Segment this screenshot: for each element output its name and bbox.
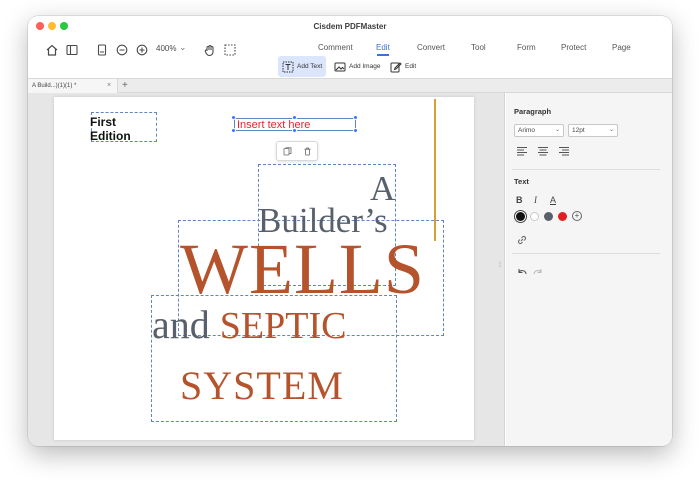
edit-label: Edit — [405, 63, 417, 70]
chevron-down-icon: ⌄ — [608, 127, 614, 133]
resize-handle[interactable] — [231, 115, 236, 120]
add-image-label: Add Image — [349, 63, 381, 70]
first-edition-text[interactable]: First Edition — [90, 115, 154, 143]
copy-icon[interactable] — [283, 146, 292, 156]
edit-icon — [390, 61, 402, 72]
edit-button[interactable]: Edit — [386, 56, 420, 77]
bold-button[interactable]: B — [516, 195, 523, 205]
align-left-icon[interactable] — [516, 146, 528, 156]
text-box-mini-toolbar — [276, 141, 318, 161]
tab-convert[interactable]: Convert — [417, 43, 445, 52]
resize-handle[interactable] — [353, 115, 358, 120]
tab-protect[interactable]: Protect — [561, 43, 586, 52]
zoom-in-icon[interactable] — [134, 42, 150, 58]
color-swatch-red[interactable] — [558, 212, 567, 221]
align-right-icon[interactable] — [558, 146, 570, 156]
title-and: and — [152, 302, 210, 347]
close-window-button[interactable] — [36, 22, 44, 30]
divider — [512, 253, 660, 254]
color-swatch-black[interactable] — [516, 212, 525, 221]
add-color-icon[interactable]: + — [572, 211, 582, 221]
tab-page[interactable]: Page — [612, 43, 631, 52]
new-tab-icon[interactable]: + — [122, 79, 128, 92]
font-family-value: Arimo — [518, 127, 535, 134]
app-window: Cisdem PDFMaster 400% ⌄ Comment Edit Con… — [28, 16, 672, 446]
tab-tool[interactable]: Tool — [471, 43, 486, 52]
pdf-page[interactable]: First Edition Insert text here A Builder… — [54, 97, 474, 440]
link-icon[interactable] — [516, 233, 528, 245]
delete-icon[interactable] — [303, 147, 312, 156]
panel-splitter[interactable] — [504, 93, 505, 446]
zoom-out-icon[interactable] — [114, 42, 130, 58]
font-size-select[interactable]: 12pt ⌄ — [568, 124, 618, 137]
color-swatch-white[interactable] — [530, 212, 539, 221]
underline-button[interactable]: A — [550, 195, 556, 205]
app-title: Cisdem PDFMaster — [313, 22, 387, 31]
title-septic: SEPTIC — [219, 305, 347, 347]
divider — [512, 169, 660, 170]
add-image-button[interactable]: Add Image — [330, 56, 384, 77]
font-family-select[interactable]: Arimo ⌄ — [514, 124, 564, 137]
home-icon[interactable] — [44, 42, 60, 58]
title-and-line[interactable]: and SEPTIC — [152, 303, 346, 348]
font-size-value: 12pt — [572, 127, 585, 134]
maximize-window-button[interactable] — [60, 22, 68, 30]
resize-handle[interactable] — [353, 128, 358, 133]
zoom-level[interactable]: 400% — [156, 44, 176, 53]
italic-button[interactable]: I — [534, 195, 537, 205]
title-system[interactable]: SYSTEM — [180, 364, 344, 408]
undo-icon[interactable] — [516, 265, 528, 277]
color-swatch-gray[interactable] — [544, 212, 553, 221]
document-tab-label: A Build...)(1)(1) * — [32, 83, 77, 89]
add-text-button[interactable]: Add Text — [278, 56, 327, 77]
chevron-down-icon[interactable]: ⌄ — [179, 42, 187, 53]
add-text-icon — [282, 61, 294, 72]
tab-form[interactable]: Form — [517, 43, 536, 52]
add-text-label: Add Text — [297, 63, 323, 70]
document-tab-bar: A Build...)(1)(1) * × + — [28, 78, 672, 93]
insert-text-placeholder[interactable]: Insert text here — [237, 119, 310, 131]
resize-handle[interactable] — [231, 128, 236, 133]
chevron-down-icon: ⌄ — [554, 127, 560, 133]
paragraph-heading: Paragraph — [514, 107, 552, 116]
document-tab[interactable]: A Build...)(1)(1) * × — [28, 79, 118, 93]
marquee-select-icon[interactable] — [222, 42, 238, 58]
page-view-icon[interactable] — [94, 42, 110, 58]
sidebar-toggle-icon[interactable] — [64, 42, 80, 58]
tab-comment[interactable]: Comment — [318, 43, 353, 52]
add-image-icon — [334, 62, 346, 71]
text-heading: Text — [514, 177, 529, 186]
align-center-icon[interactable] — [537, 146, 549, 156]
title-bar: Cisdem PDFMaster — [28, 16, 672, 36]
document-canvas[interactable]: First Edition Insert text here A Builder… — [28, 93, 504, 446]
hand-tool-icon[interactable] — [202, 42, 218, 58]
properties-panel: Paragraph Arimo ⌄ 12pt ⌄ Text B I A + — [506, 93, 672, 446]
redo-icon[interactable] — [532, 265, 544, 277]
minimize-window-button[interactable] — [48, 22, 56, 30]
title-wells[interactable]: WELLS — [180, 233, 425, 305]
close-tab-icon[interactable]: × — [107, 79, 111, 93]
tab-edit[interactable]: Edit — [376, 43, 390, 52]
splitter-grip-icon[interactable]: ⁞ — [499, 262, 501, 269]
